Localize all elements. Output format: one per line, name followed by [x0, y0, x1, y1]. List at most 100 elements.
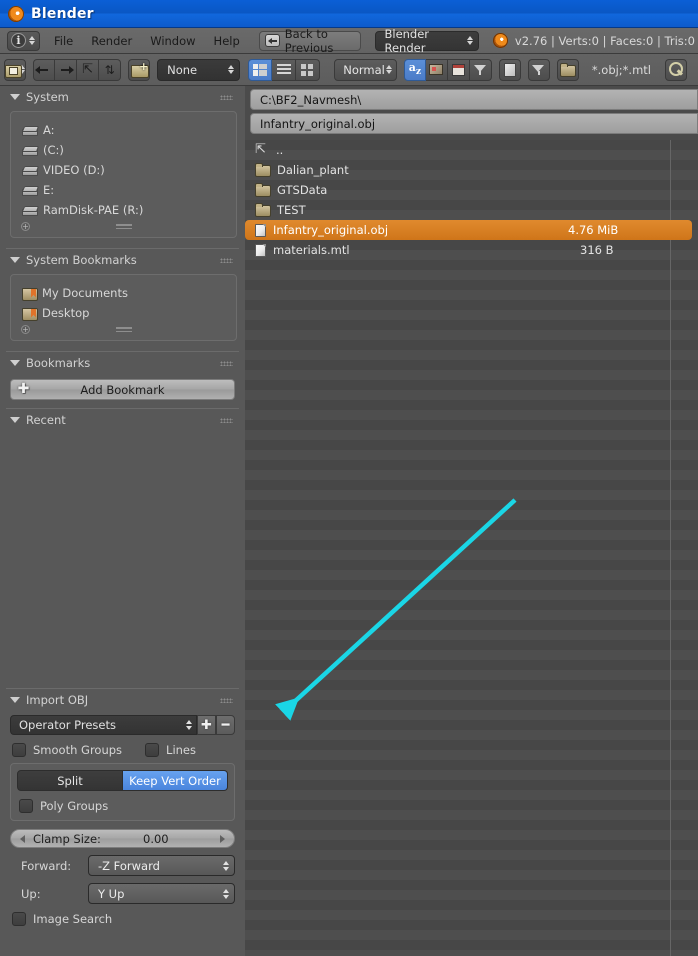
panel-title-system: System	[26, 90, 69, 104]
nav-parent-button[interactable]: ⇱	[77, 58, 100, 81]
nav-refresh-button[interactable]: ⇅	[99, 58, 122, 81]
panel-header-bookmarks[interactable]: Bookmarks	[0, 352, 245, 374]
display-mode-dropdown[interactable]: None	[157, 58, 241, 81]
sort-mode-dropdown[interactable]: Normal	[334, 58, 397, 81]
filter-folders-button[interactable]	[556, 58, 579, 81]
panel-header-system[interactable]: System	[0, 86, 245, 108]
split-toggle-button[interactable]: Split	[17, 770, 123, 791]
menu-item-help[interactable]: Help	[205, 32, 249, 50]
remove-preset-button[interactable]: ━	[216, 715, 235, 735]
panel-grip-icon[interactable]	[220, 95, 233, 100]
view-mode-short-list-button[interactable]	[296, 58, 321, 81]
smooth-groups-checkbox[interactable]	[12, 743, 26, 757]
image-search-checkbox[interactable]	[12, 912, 26, 926]
sort-mode-value: Normal	[343, 62, 385, 77]
operator-presets-dropdown[interactable]: Operator Presets	[10, 715, 197, 735]
filter-enable-button[interactable]	[527, 58, 550, 81]
nav-forward-button[interactable]	[55, 58, 78, 81]
drive-item[interactable]: A:	[11, 120, 236, 140]
folder-icon	[255, 203, 271, 217]
add-preset-button[interactable]: ✚	[197, 715, 216, 735]
file-list-item-parent[interactable]: ⇱ ..	[245, 140, 698, 160]
nav-back-button[interactable]	[33, 58, 56, 81]
panel-grip-icon[interactable]	[220, 418, 233, 423]
poly-groups-checkbox[interactable]	[19, 799, 33, 813]
panel-grip-icon[interactable]	[220, 361, 233, 366]
search-button[interactable]	[665, 58, 687, 81]
view-mode-list-button[interactable]	[272, 58, 297, 81]
sort-alphabetical-icon: az	[408, 61, 422, 78]
import-obj-panel: Import OBJ Operator Presets ✚ ━ Smooth G…	[0, 686, 245, 956]
window-title: Blender	[31, 5, 94, 22]
expand-list-icon[interactable]: +	[21, 325, 30, 334]
sort-alphabetical-button[interactable]: az	[403, 58, 426, 81]
chevron-updown-icon	[227, 65, 235, 74]
back-to-previous-button[interactable]: Back to Previous	[258, 27, 362, 55]
filter-images-button[interactable]	[425, 58, 448, 81]
panel-grip-icon[interactable]	[220, 258, 233, 263]
column-divider[interactable]	[670, 140, 671, 956]
drive-icon	[22, 126, 38, 136]
up-axis-dropdown[interactable]: Y Up	[88, 883, 235, 904]
up-axis-row: Up: Y Up	[10, 883, 235, 904]
menu-item-file[interactable]: File	[45, 32, 82, 50]
menu-bar: i File Render Window Help Back to Previo…	[0, 27, 698, 55]
list-stripes	[245, 140, 698, 956]
lines-checkbox[interactable]	[145, 743, 160, 757]
clamp-size-slider[interactable]: Clamp Size: 0.00	[10, 829, 235, 848]
filter-documents-button[interactable]	[498, 58, 521, 81]
split-toggle-group: Split Keep Vert Order	[17, 770, 228, 791]
filter-pattern-input[interactable]: *.obj;*.mtl	[592, 63, 651, 77]
resize-grip-icon[interactable]	[115, 224, 132, 229]
back-arrow-icon	[264, 34, 280, 47]
drive-item[interactable]: VIDEO (D:)	[11, 160, 236, 180]
chevron-left-icon[interactable]	[20, 834, 25, 843]
minus-icon: ━	[221, 717, 230, 733]
file-list-item[interactable]: TEST	[245, 200, 698, 220]
drive-item[interactable]: RamDisk-PAE (R:)	[11, 200, 236, 220]
panel-header-recent[interactable]: Recent	[0, 409, 245, 431]
menu-item-window[interactable]: Window	[141, 32, 204, 50]
panel-header-system-bookmarks[interactable]: System Bookmarks	[0, 249, 245, 271]
filter-size-button[interactable]	[469, 58, 492, 81]
bookmark-folder-icon	[22, 287, 38, 301]
file-name-input[interactable]: Infantry_original.obj	[250, 113, 698, 134]
forward-axis-dropdown[interactable]: -Z Forward	[88, 855, 235, 876]
file-list-item[interactable]: materials.mtl 316 B	[245, 240, 698, 260]
smooth-groups-label: Smooth Groups	[33, 743, 123, 757]
panel-header-import-obj[interactable]: Import OBJ	[0, 689, 245, 711]
filter-date-button[interactable]	[447, 58, 470, 81]
view-mode-thumbnails-button[interactable]	[248, 58, 273, 81]
blender-logo-icon	[492, 33, 508, 48]
bookmark-item[interactable]: Desktop	[11, 303, 236, 323]
create-new-directory-button[interactable]	[128, 58, 151, 81]
panel-title-system-bookmarks: System Bookmarks	[26, 253, 137, 267]
file-list-item-selected[interactable]: Infantry_original.obj 4.76 MiB	[245, 220, 692, 240]
add-bookmark-button[interactable]: ✚ Add Bookmark	[10, 379, 235, 400]
render-engine-dropdown[interactable]: Blender Render	[375, 27, 479, 55]
bookmark-label: Desktop	[42, 306, 90, 320]
editor-type-selector[interactable]: i	[7, 30, 40, 51]
refresh-icon: ⇅	[104, 62, 115, 77]
file-name: TEST	[277, 203, 306, 217]
panel-grip-icon[interactable]	[220, 698, 233, 703]
drive-item[interactable]: (C:)	[11, 140, 236, 160]
keep-vert-order-toggle-button[interactable]: Keep Vert Order	[123, 770, 228, 791]
editor-type-file-browser-button[interactable]	[4, 58, 27, 81]
file-name: ..	[276, 143, 284, 157]
resize-grip-icon[interactable]	[115, 327, 132, 332]
chevron-down-icon	[10, 417, 20, 423]
directory-path-input[interactable]: C:\BF2_Navmesh\	[250, 89, 698, 110]
drive-label: VIDEO (D:)	[43, 163, 105, 177]
file-name: Infantry_original.obj	[273, 223, 389, 237]
drive-item[interactable]: E:	[11, 180, 236, 200]
bookmark-item[interactable]: My Documents	[11, 283, 236, 303]
file-list-item[interactable]: Dalian_plant	[245, 160, 698, 180]
file-list-item[interactable]: GTSData	[245, 180, 698, 200]
thumbnail-view-icon	[252, 63, 268, 76]
expand-list-icon[interactable]: +	[21, 222, 30, 231]
menu-item-render[interactable]: Render	[82, 32, 141, 50]
arrow-left-icon	[35, 63, 52, 77]
checkbox-row-smooth-lines: Smooth Groups Lines	[12, 743, 245, 757]
chevron-right-icon[interactable]	[220, 834, 225, 843]
